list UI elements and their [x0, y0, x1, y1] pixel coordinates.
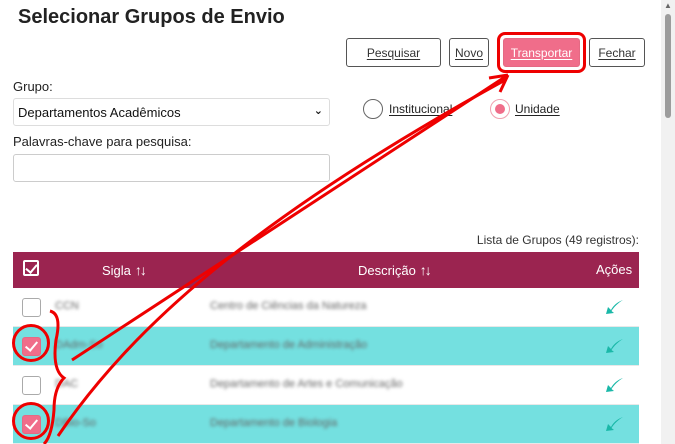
checkbox-circle-annotation [12, 402, 50, 440]
page-title: Selecionar Grupos de Envio [18, 6, 285, 28]
cell-sigla: DBio-So [55, 417, 96, 429]
column-acoes: Ações [596, 262, 633, 277]
grupo-label: Grupo: [13, 79, 53, 94]
radio-institucional[interactable] [363, 99, 383, 119]
cell-descricao: Departamento de Biologia [210, 417, 338, 429]
cell-descricao: Departamento de Administração [210, 339, 368, 351]
list-count: Lista de Grupos (49 registros): [476, 233, 639, 247]
sort-arrows-icon[interactable]: ↑↓ [420, 262, 432, 278]
groups-table: Sigla ↑↓ Descrição ↑↓ Ações CCN Centro de … [13, 252, 639, 444]
transport-arrow-icon[interactable] [603, 298, 625, 316]
novo-button[interactable]: Novo [449, 38, 489, 67]
check-all-icon[interactable] [23, 260, 39, 276]
transport-arrow-icon[interactable] [603, 376, 625, 394]
transportar-highlight-annotation [497, 32, 586, 73]
cell-descricao: Centro de Ciências da Natureza [210, 300, 367, 312]
chevron-down-icon: ⌄ [313, 105, 323, 117]
cell-sigla: DAdm-So [55, 339, 103, 351]
palavras-chave-input[interactable] [13, 154, 330, 182]
column-sigla-label: Sigla [102, 263, 131, 278]
grupo-select-value: Departamentos Acadêmicos [18, 105, 181, 120]
table-row[interactable]: DAC Departamento de Artes e Comunicação [13, 366, 639, 405]
sort-arrows-icon[interactable]: ↑↓ [135, 262, 147, 278]
scrollbar[interactable]: ▲ [661, 0, 675, 444]
table-header: Sigla ↑↓ Descrição ↑↓ Ações [13, 252, 639, 288]
radio-unidade[interactable] [490, 99, 510, 119]
radio-selected-dot [495, 104, 505, 114]
radio-institucional-label[interactable]: Institucional [389, 102, 452, 116]
cell-sigla: CCN [55, 300, 79, 312]
checkbox-circle-annotation [12, 324, 50, 362]
pesquisar-button[interactable]: Pesquisar [346, 38, 441, 67]
column-descricao-label: Descrição [358, 263, 416, 278]
grupo-select[interactable]: Departamentos Acadêmicos ⌄ [13, 98, 330, 126]
radio-unidade-label[interactable]: Unidade [515, 102, 560, 116]
scrollbar-thumb[interactable] [665, 14, 671, 118]
table-row[interactable]: DBio-So Departamento de Biologia [13, 405, 639, 444]
table-row[interactable]: DAdm-So Departamento de Administração [13, 327, 639, 366]
cell-descricao: Departamento de Artes e Comunicação [210, 378, 403, 390]
scroll-up-arrow-icon[interactable]: ▲ [664, 1, 672, 10]
transport-arrow-icon[interactable] [603, 415, 625, 433]
row-checkbox[interactable] [22, 298, 41, 317]
table-row[interactable]: CCN Centro de Ciências da Natureza [13, 288, 639, 327]
column-sigla[interactable]: Sigla ↑↓ [102, 262, 147, 278]
cell-sigla: DAC [55, 378, 79, 390]
row-checkbox[interactable] [22, 376, 41, 395]
palavras-chave-label: Palavras-chave para pesquisa: [13, 134, 192, 149]
fechar-button[interactable]: Fechar [589, 38, 645, 67]
transport-arrow-icon[interactable] [603, 337, 625, 355]
column-descricao[interactable]: Descrição ↑↓ [358, 262, 432, 278]
